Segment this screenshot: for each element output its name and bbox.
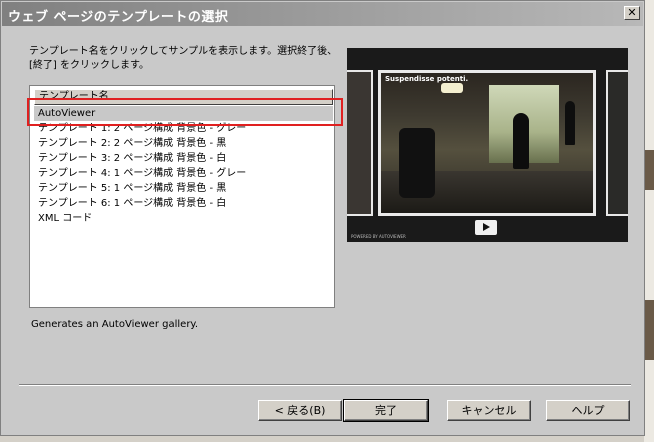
template-preview: Suspendisse potenti. POWERED BY AUTOVIEW… xyxy=(347,48,628,242)
help-button[interactable]: ヘルプ xyxy=(546,400,630,421)
back-button[interactable]: < 戻る(B) xyxy=(258,400,342,421)
list-item-template-6[interactable]: テンプレート 6: 1 ページ構成 背景色 - 白 xyxy=(34,196,333,211)
photo-trash-can xyxy=(399,128,435,198)
desktop-background xyxy=(644,0,654,442)
close-button[interactable]: ✕ xyxy=(624,6,640,20)
list-item-autoviewer[interactable]: AutoViewer xyxy=(34,106,333,121)
current-slide: Suspendisse potenti. xyxy=(378,70,596,216)
photo-light xyxy=(441,83,463,93)
list-item-template-1[interactable]: テンプレート 1: 2 ページ構成 背景色 - グレー xyxy=(34,121,333,136)
finish-button[interactable]: 完了 xyxy=(343,399,429,422)
title-bar[interactable]: ウェブ ページのテンプレートの選択 ✕ xyxy=(2,2,643,26)
separator-line xyxy=(19,384,631,386)
dialog-title: ウェブ ページのテンプレートの選択 xyxy=(8,10,229,25)
list-column-header[interactable]: テンプレート名 xyxy=(34,89,333,105)
photo-person xyxy=(513,113,529,169)
list-item-template-5[interactable]: テンプレート 5: 1 ページ構成 背景色 - 黒 xyxy=(34,181,333,196)
background-thumbnail xyxy=(644,150,654,190)
cancel-button[interactable]: キャンセル xyxy=(447,400,531,421)
instruction-text: テンプレート名をクリックしてサンプルを表示します。選択終了後、[終了] をクリッ… xyxy=(29,46,338,71)
slide-caption: Suspendisse potenti. xyxy=(385,75,469,83)
preview-photo: Suspendisse potenti. xyxy=(381,73,593,213)
play-icon[interactable] xyxy=(475,220,497,235)
template-description: Generates an AutoViewer gallery. xyxy=(31,319,199,330)
template-listbox[interactable]: テンプレート名 AutoViewer テンプレート 1: 2 ページ構成 背景色… xyxy=(29,85,335,308)
previous-slide xyxy=(347,70,373,216)
list-item-template-3[interactable]: テンプレート 3: 2 ページ構成 背景色 - 白 xyxy=(34,151,333,166)
list-item-xml-code[interactable]: XML コード xyxy=(34,211,333,226)
list-item-template-2[interactable]: テンプレート 2: 2 ページ構成 背景色 - 黒 xyxy=(34,136,333,151)
list-item-template-4[interactable]: テンプレート 4: 1 ページ構成 背景色 - グレー xyxy=(34,166,333,181)
close-icon: ✕ xyxy=(627,6,637,19)
background-thumbnail xyxy=(644,300,654,360)
photo-person xyxy=(565,101,575,145)
powered-by-label: POWERED BY AUTOVIEWER xyxy=(351,234,406,239)
template-list: AutoViewer テンプレート 1: 2 ページ構成 背景色 - グレー テ… xyxy=(34,106,333,226)
next-slide xyxy=(606,70,628,216)
template-select-dialog: ウェブ ページのテンプレートの選択 ✕ テンプレート名をクリックしてサンプルを表… xyxy=(0,0,645,436)
